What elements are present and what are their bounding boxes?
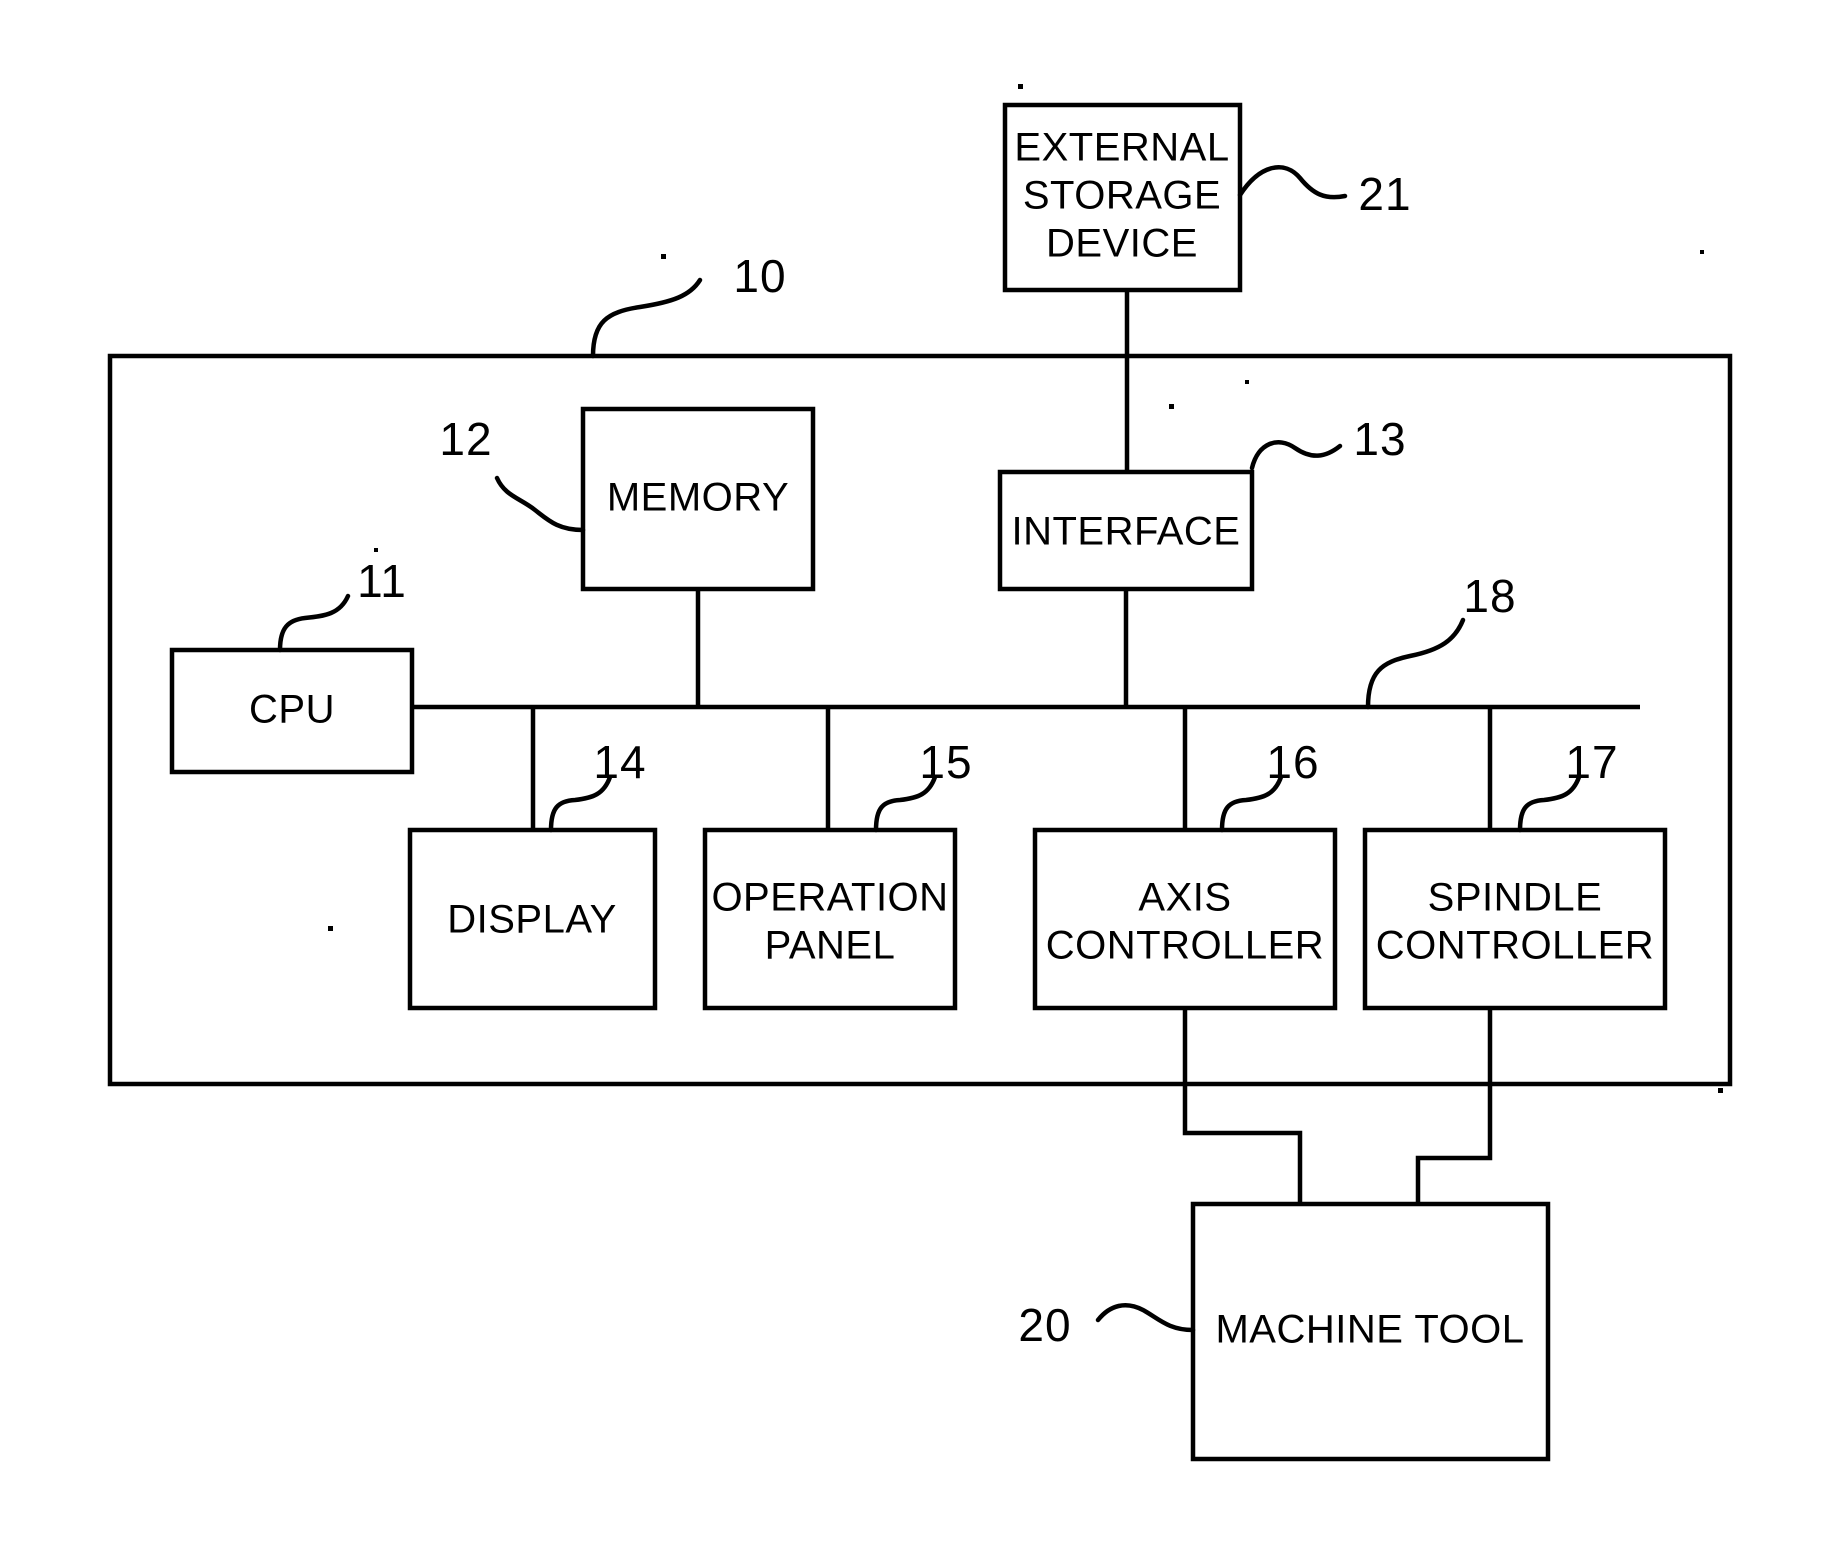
- external-storage-device-label-line-1: EXTERNAL: [1014, 126, 1229, 170]
- ref-num-15: 15: [919, 736, 972, 788]
- memory-label: MEMORY: [607, 476, 789, 520]
- external-storage-device-label-line-2: STORAGE: [1023, 174, 1221, 218]
- diagram-canvas: 10 EXTERNAL STORAGE DEVICE 21 MEMORY 12 …: [107, 84, 1733, 1462]
- scan-speck: [374, 548, 378, 552]
- scan-speck: [661, 254, 666, 259]
- machine-tool-label: MACHINE TOOL: [1215, 1308, 1524, 1352]
- scan-speck: [1245, 380, 1249, 384]
- axis-controller-label-line-1: AXIS: [1138, 876, 1231, 920]
- external-storage-device-label-line-3: DEVICE: [1046, 222, 1198, 266]
- ref-num-18: 18: [1463, 570, 1516, 622]
- operation-panel-label-line-2: PANEL: [765, 924, 896, 968]
- scan-speck: [1169, 404, 1174, 409]
- ref-num-12: 12: [439, 413, 492, 465]
- scan-speck: [1018, 84, 1023, 89]
- ref-num-16: 16: [1266, 736, 1319, 788]
- spindle-controller-label-line-2: CONTROLLER: [1376, 924, 1654, 968]
- ref-num-14: 14: [593, 736, 646, 788]
- ref-num-13: 13: [1353, 413, 1406, 465]
- leader-line-21: [1237, 165, 1348, 200]
- ref-num-10: 10: [733, 250, 786, 302]
- leader-line-20: [1095, 1303, 1196, 1333]
- axis-controller-label-line-2: CONTROLLER: [1046, 924, 1324, 968]
- patent-figure: 10 EXTERNAL STORAGE DEVICE 21 MEMORY 12 …: [0, 0, 1822, 1545]
- ref-num-21: 21: [1358, 168, 1411, 220]
- operation-panel-label-line-1: OPERATION: [711, 876, 948, 920]
- scan-speck: [1718, 1088, 1723, 1093]
- ref-num-11: 11: [357, 555, 407, 607]
- spindle-controller-label-line-1: SPINDLE: [1428, 876, 1603, 920]
- ref-num-17: 17: [1565, 736, 1618, 788]
- scan-speck: [328, 926, 333, 931]
- scan-speck: [1700, 250, 1704, 254]
- leader-line-10: [590, 277, 703, 359]
- cpu-label: CPU: [249, 688, 335, 732]
- interface-label: INTERFACE: [1012, 510, 1241, 554]
- display-label: DISPLAY: [447, 898, 617, 942]
- ref-num-20: 20: [1018, 1299, 1071, 1351]
